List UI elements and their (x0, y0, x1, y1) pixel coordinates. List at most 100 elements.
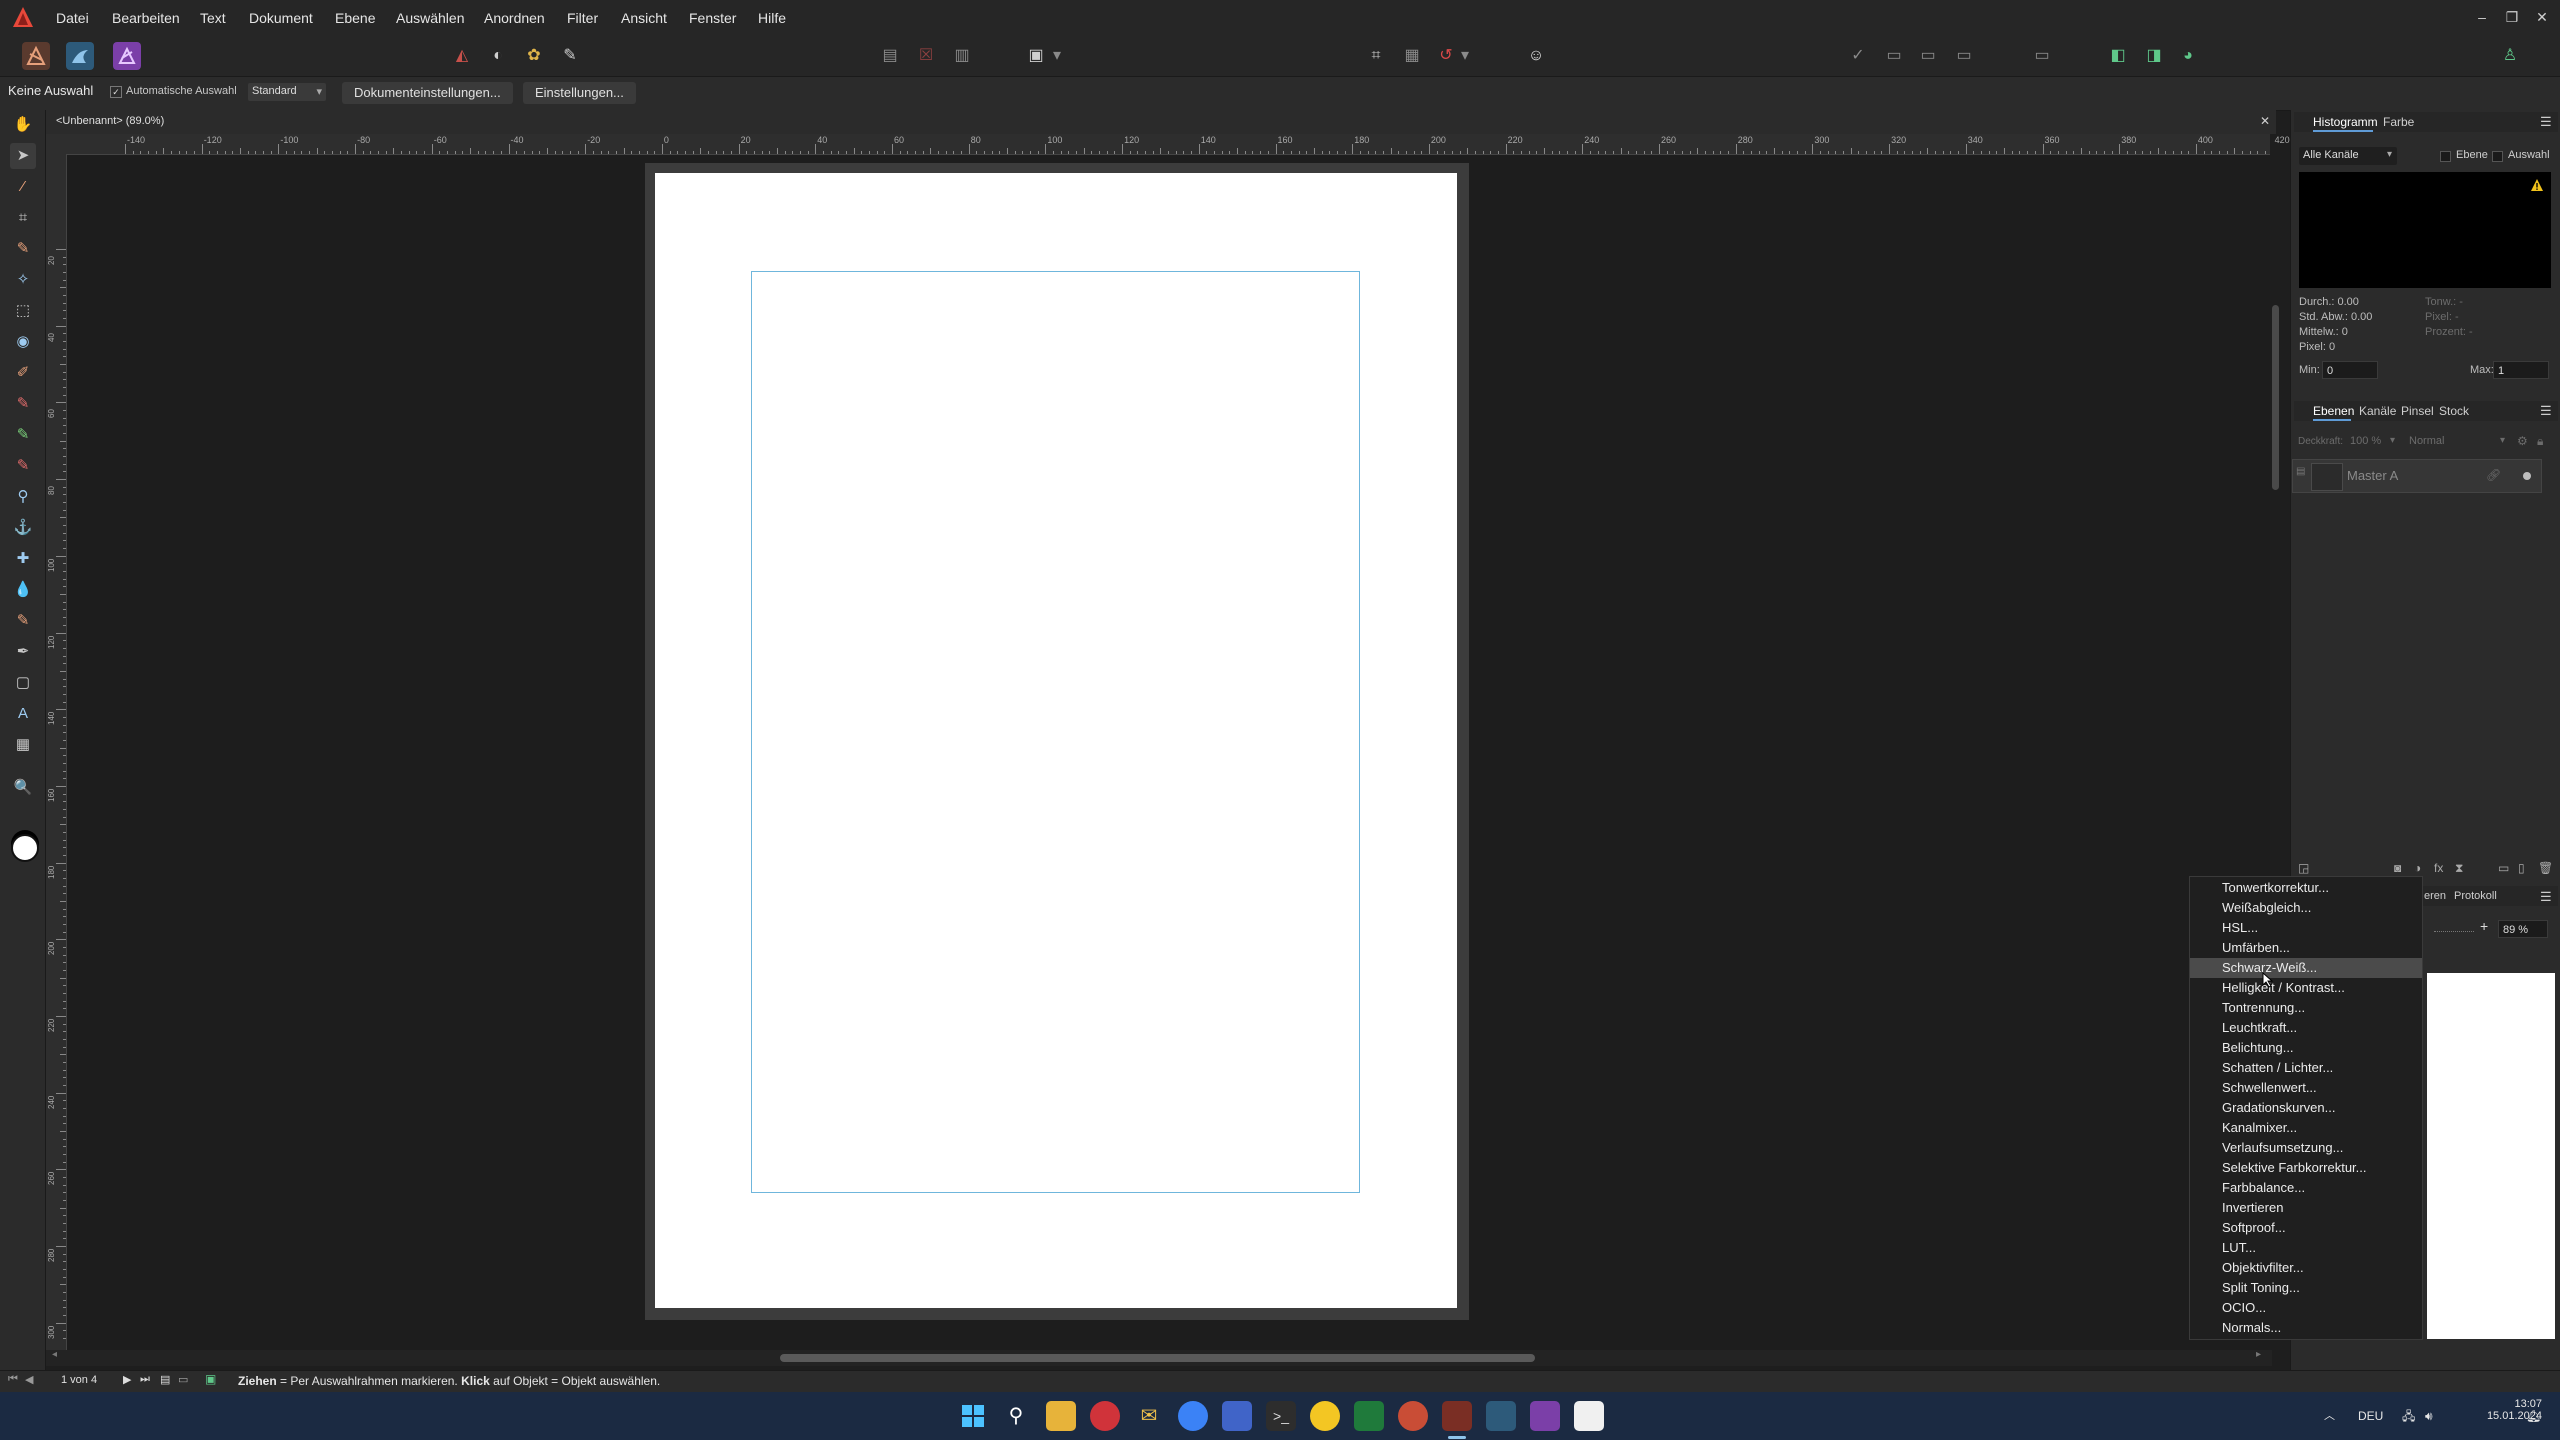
zoom-field[interactable]: 89 % (2498, 920, 2548, 938)
browser-icon[interactable] (1178, 1401, 1208, 1431)
menu-ansicht[interactable]: Ansicht (621, 0, 667, 36)
tab-navigator[interactable]: eren (2424, 890, 2446, 902)
menu-item-adjustment[interactable]: Leuchtkraft... (2190, 1018, 2422, 1038)
panel-menu-icon[interactable]: ☰ (2540, 114, 2552, 130)
vivaldi-icon[interactable] (1090, 1401, 1120, 1431)
app-icon[interactable] (1398, 1401, 1428, 1431)
search-icon[interactable]: ⚲ (1001, 1401, 1031, 1431)
dodge-brush-icon[interactable]: ⚲ (10, 484, 36, 510)
blend-mode-value[interactable]: Normal (2409, 435, 2444, 447)
no-fill-icon[interactable]: ☒ (912, 42, 940, 70)
delete-layer-icon[interactable]: 🗑︎ (2538, 861, 2553, 875)
vertical-scrollbar[interactable] (2272, 305, 2279, 490)
assistant-icon[interactable]: ☺ (1522, 42, 1550, 70)
layer-checkbox[interactable] (2440, 151, 2451, 162)
menu-item-adjustment[interactable]: Objektivfilter... (2190, 1258, 2422, 1278)
tab-kanaele[interactable]: Kanäle (2359, 404, 2396, 418)
color-swatch-icon[interactable] (11, 834, 39, 862)
tab-farbe[interactable]: Farbe (2383, 115, 2414, 129)
chevron-down-icon[interactable]: ▾ (1050, 42, 1064, 70)
pixel-tool-icon[interactable]: ✎ (10, 391, 36, 417)
tab-protokoll[interactable]: Protokoll (2454, 890, 2497, 902)
color-picker-tool-icon[interactable]: ⁄ (10, 174, 36, 200)
menu-datei[interactable]: Datei (56, 0, 89, 36)
menu-item-adjustment[interactable]: Kanalmixer... (2190, 1118, 2422, 1138)
navigator-preview[interactable] (2427, 973, 2555, 1339)
view-tool-icon[interactable]: ✋ (10, 112, 36, 138)
chevron-down-icon[interactable]: ▾ (1458, 42, 1472, 70)
menu-item-adjustment[interactable]: HSL... (2190, 918, 2422, 938)
crop-icon[interactable]: ⌗ (1362, 42, 1390, 70)
marquee-tool-icon[interactable]: ⬚ (10, 298, 36, 324)
paint-brush-icon[interactable]: ✐ (10, 360, 36, 386)
scroll-right-icon[interactable]: ▸ (2256, 1349, 2261, 1360)
red-eye-icon[interactable]: ◭ (448, 42, 476, 70)
min-field[interactable]: 0 (2322, 361, 2378, 379)
menu-bearbeiten[interactable]: Bearbeiten (112, 0, 180, 36)
menu-filter[interactable]: Filter (567, 0, 598, 36)
chevron-down-icon[interactable]: ▾ (2500, 435, 2505, 446)
record-icon[interactable]: ▭ (178, 1373, 188, 1386)
menu-item-adjustment[interactable]: Belichtung... (2190, 1038, 2422, 1058)
unity-icon[interactable] (1574, 1401, 1604, 1431)
volume-icon[interactable]: 🔊︎ (2425, 1392, 2433, 1440)
crop-tool-icon[interactable]: ⌗ (10, 205, 36, 231)
paint-mixer-icon[interactable]: ✎ (10, 422, 36, 448)
network-icon[interactable]: 🖧︎ (2402, 1392, 2415, 1440)
chevron-down-icon[interactable]: ▾ (2390, 435, 2395, 446)
menu-item-adjustment[interactable]: LUT... (2190, 1238, 2422, 1258)
account-icon[interactable]: ♙ (2496, 42, 2524, 70)
menu-item-adjustment[interactable]: Gradationskurven... (2190, 1098, 2422, 1118)
mesh-warp-icon[interactable]: ▦ (10, 732, 36, 758)
minimize-icon[interactable]: – (2470, 4, 2494, 30)
photo-persona-icon[interactable] (22, 42, 50, 70)
close-window-icon[interactable]: ✕ (2530, 4, 2554, 30)
menu-item-adjustment[interactable]: Weißabgleich... (2190, 898, 2422, 918)
magnet-icon[interactable]: ↺ (1432, 42, 1460, 70)
panel-menu-icon[interactable]: ☰ (2540, 889, 2552, 905)
menu-item-adjustment[interactable]: Selektive Farbkorrektur... (2190, 1158, 2422, 1178)
menu-item-adjustment[interactable]: Schwellenwert... (2190, 1078, 2422, 1098)
selection-brush-icon[interactable]: ✎ (10, 236, 36, 262)
commit-icon[interactable]: ✓ (1844, 42, 1872, 70)
flood-select-icon[interactable]: ✧ (10, 267, 36, 293)
develop-persona-icon[interactable] (113, 42, 141, 70)
color-picker-icon[interactable]: ◐ (484, 42, 512, 70)
opacity-value[interactable]: 100 % (2350, 435, 2381, 447)
notepad-icon[interactable] (1354, 1401, 1384, 1431)
align-center-icon[interactable]: ▥ (948, 42, 976, 70)
channel-select[interactable]: Alle Kanäle ▾ (2299, 147, 2397, 165)
pages-icon[interactable]: ▤ (160, 1373, 170, 1386)
language-indicator[interactable]: DEU (2358, 1392, 2383, 1440)
layer-link-icon[interactable]: 🔗︎ (2486, 468, 2501, 482)
layer-visibility-icon[interactable] (2523, 472, 2531, 480)
zoom-in-icon[interactable]: + (2480, 918, 2488, 934)
erase-brush-icon[interactable]: ✎ (10, 453, 36, 479)
transform-icon[interactable]: ▭ (2028, 42, 2056, 70)
next-page-icon[interactable]: ▶ (123, 1373, 131, 1386)
menu-auswaehlen[interactable]: Auswählen (396, 0, 465, 36)
menu-item-adjustment[interactable]: Schwarz-Weiß... (2190, 958, 2422, 978)
affinity-launcher-icon[interactable] (1310, 1401, 1340, 1431)
quick-mask-icon[interactable]: ▣ (1022, 42, 1050, 70)
hourglass-icon[interactable]: ⧗ (2455, 861, 2463, 876)
terminal-icon[interactable]: >_ (1266, 1401, 1296, 1431)
menu-item-adjustment[interactable]: Farbbalance... (2190, 1178, 2422, 1198)
align-left-icon[interactable]: ▤ (876, 42, 904, 70)
document-settings-button[interactable]: Dokumenteinstellungen... (342, 82, 513, 104)
macro-icon[interactable]: ▣ (205, 1372, 216, 1386)
lock-icon[interactable]: 🔒︎ (2537, 434, 2543, 449)
mode-select[interactable]: Standard ▾ (248, 83, 326, 101)
tab-pinsel[interactable]: Pinsel (2401, 404, 2434, 418)
zoom-slider[interactable] (2434, 925, 2474, 932)
settings-button[interactable]: Einstellungen... (523, 82, 636, 104)
add-pixel-layer-icon[interactable]: ◲ (2298, 861, 2309, 875)
mask-layer-icon[interactable]: ◙ (2394, 861, 2401, 875)
notification-icon[interactable]: 🔔︎ (2526, 1392, 2541, 1440)
first-page-icon[interactable]: ⏮ (8, 1373, 18, 1386)
menu-item-adjustment[interactable]: Tonwertkorrektur... (2190, 878, 2422, 898)
arrange-icon[interactable]: ▭ (1914, 42, 1942, 70)
color-wheel-icon[interactable]: ✿ (520, 42, 548, 70)
panel-menu-icon[interactable]: ☰ (2540, 403, 2552, 419)
order-icon[interactable]: ▭ (1950, 42, 1978, 70)
